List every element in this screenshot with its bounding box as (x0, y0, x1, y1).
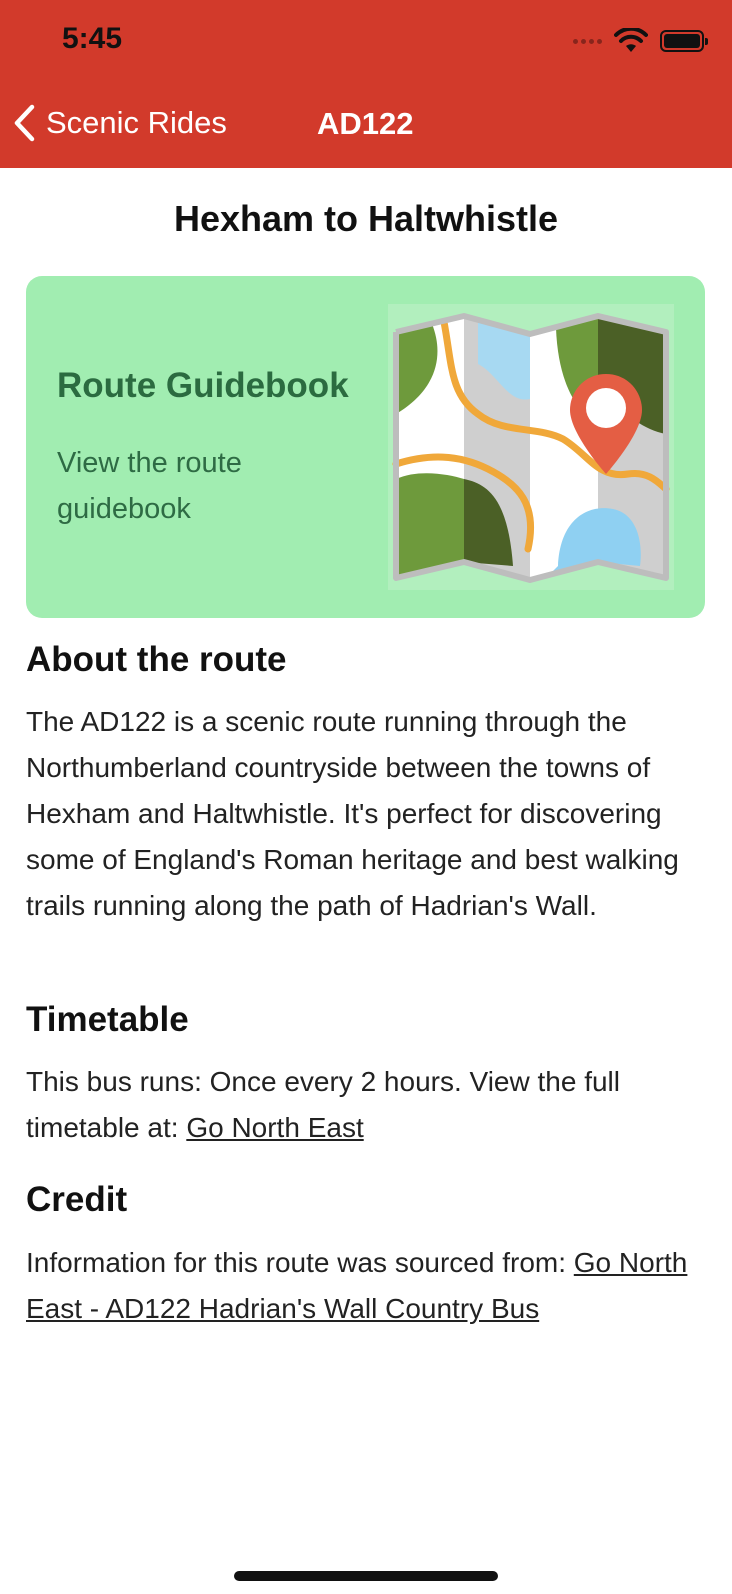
signal-icon (573, 38, 602, 44)
about-body: The AD122 is a scenic route running thro… (26, 706, 679, 921)
home-indicator[interactable] (234, 1571, 498, 1581)
credit-text: Information for this route was sourced f… (26, 1247, 574, 1278)
card-subtitle: View the route guidebook (57, 447, 242, 525)
timetable-body: This bus runs: Once every 2 hours. View … (26, 1059, 706, 1151)
back-button[interactable]: Scenic Rides (12, 104, 227, 142)
credit-heading: Credit (26, 1180, 128, 1219)
about-heading: About the route (26, 640, 287, 679)
card-title: Route Guidebook (57, 366, 349, 405)
nav-title: AD122 (317, 106, 414, 141)
page-title: Hexham to Haltwhistle (173, 198, 559, 239)
chevron-left-icon (14, 104, 35, 142)
status-icons (573, 28, 708, 54)
wifi-icon (614, 28, 648, 52)
header: 5:45 Scenic Rides AD122 (0, 0, 732, 168)
timetable-heading: Timetable (26, 1000, 189, 1039)
route-guidebook-card[interactable]: Route Guidebook View the route guidebook (26, 276, 705, 618)
status-time: 5:45 (62, 22, 123, 55)
go-north-east-link[interactable]: Go North East (186, 1112, 363, 1143)
folded-map-icon (388, 304, 674, 590)
back-button-label: Scenic Rides (46, 105, 227, 140)
battery-icon (660, 30, 708, 52)
credit-body: Information for this route was sourced f… (26, 1240, 706, 1332)
